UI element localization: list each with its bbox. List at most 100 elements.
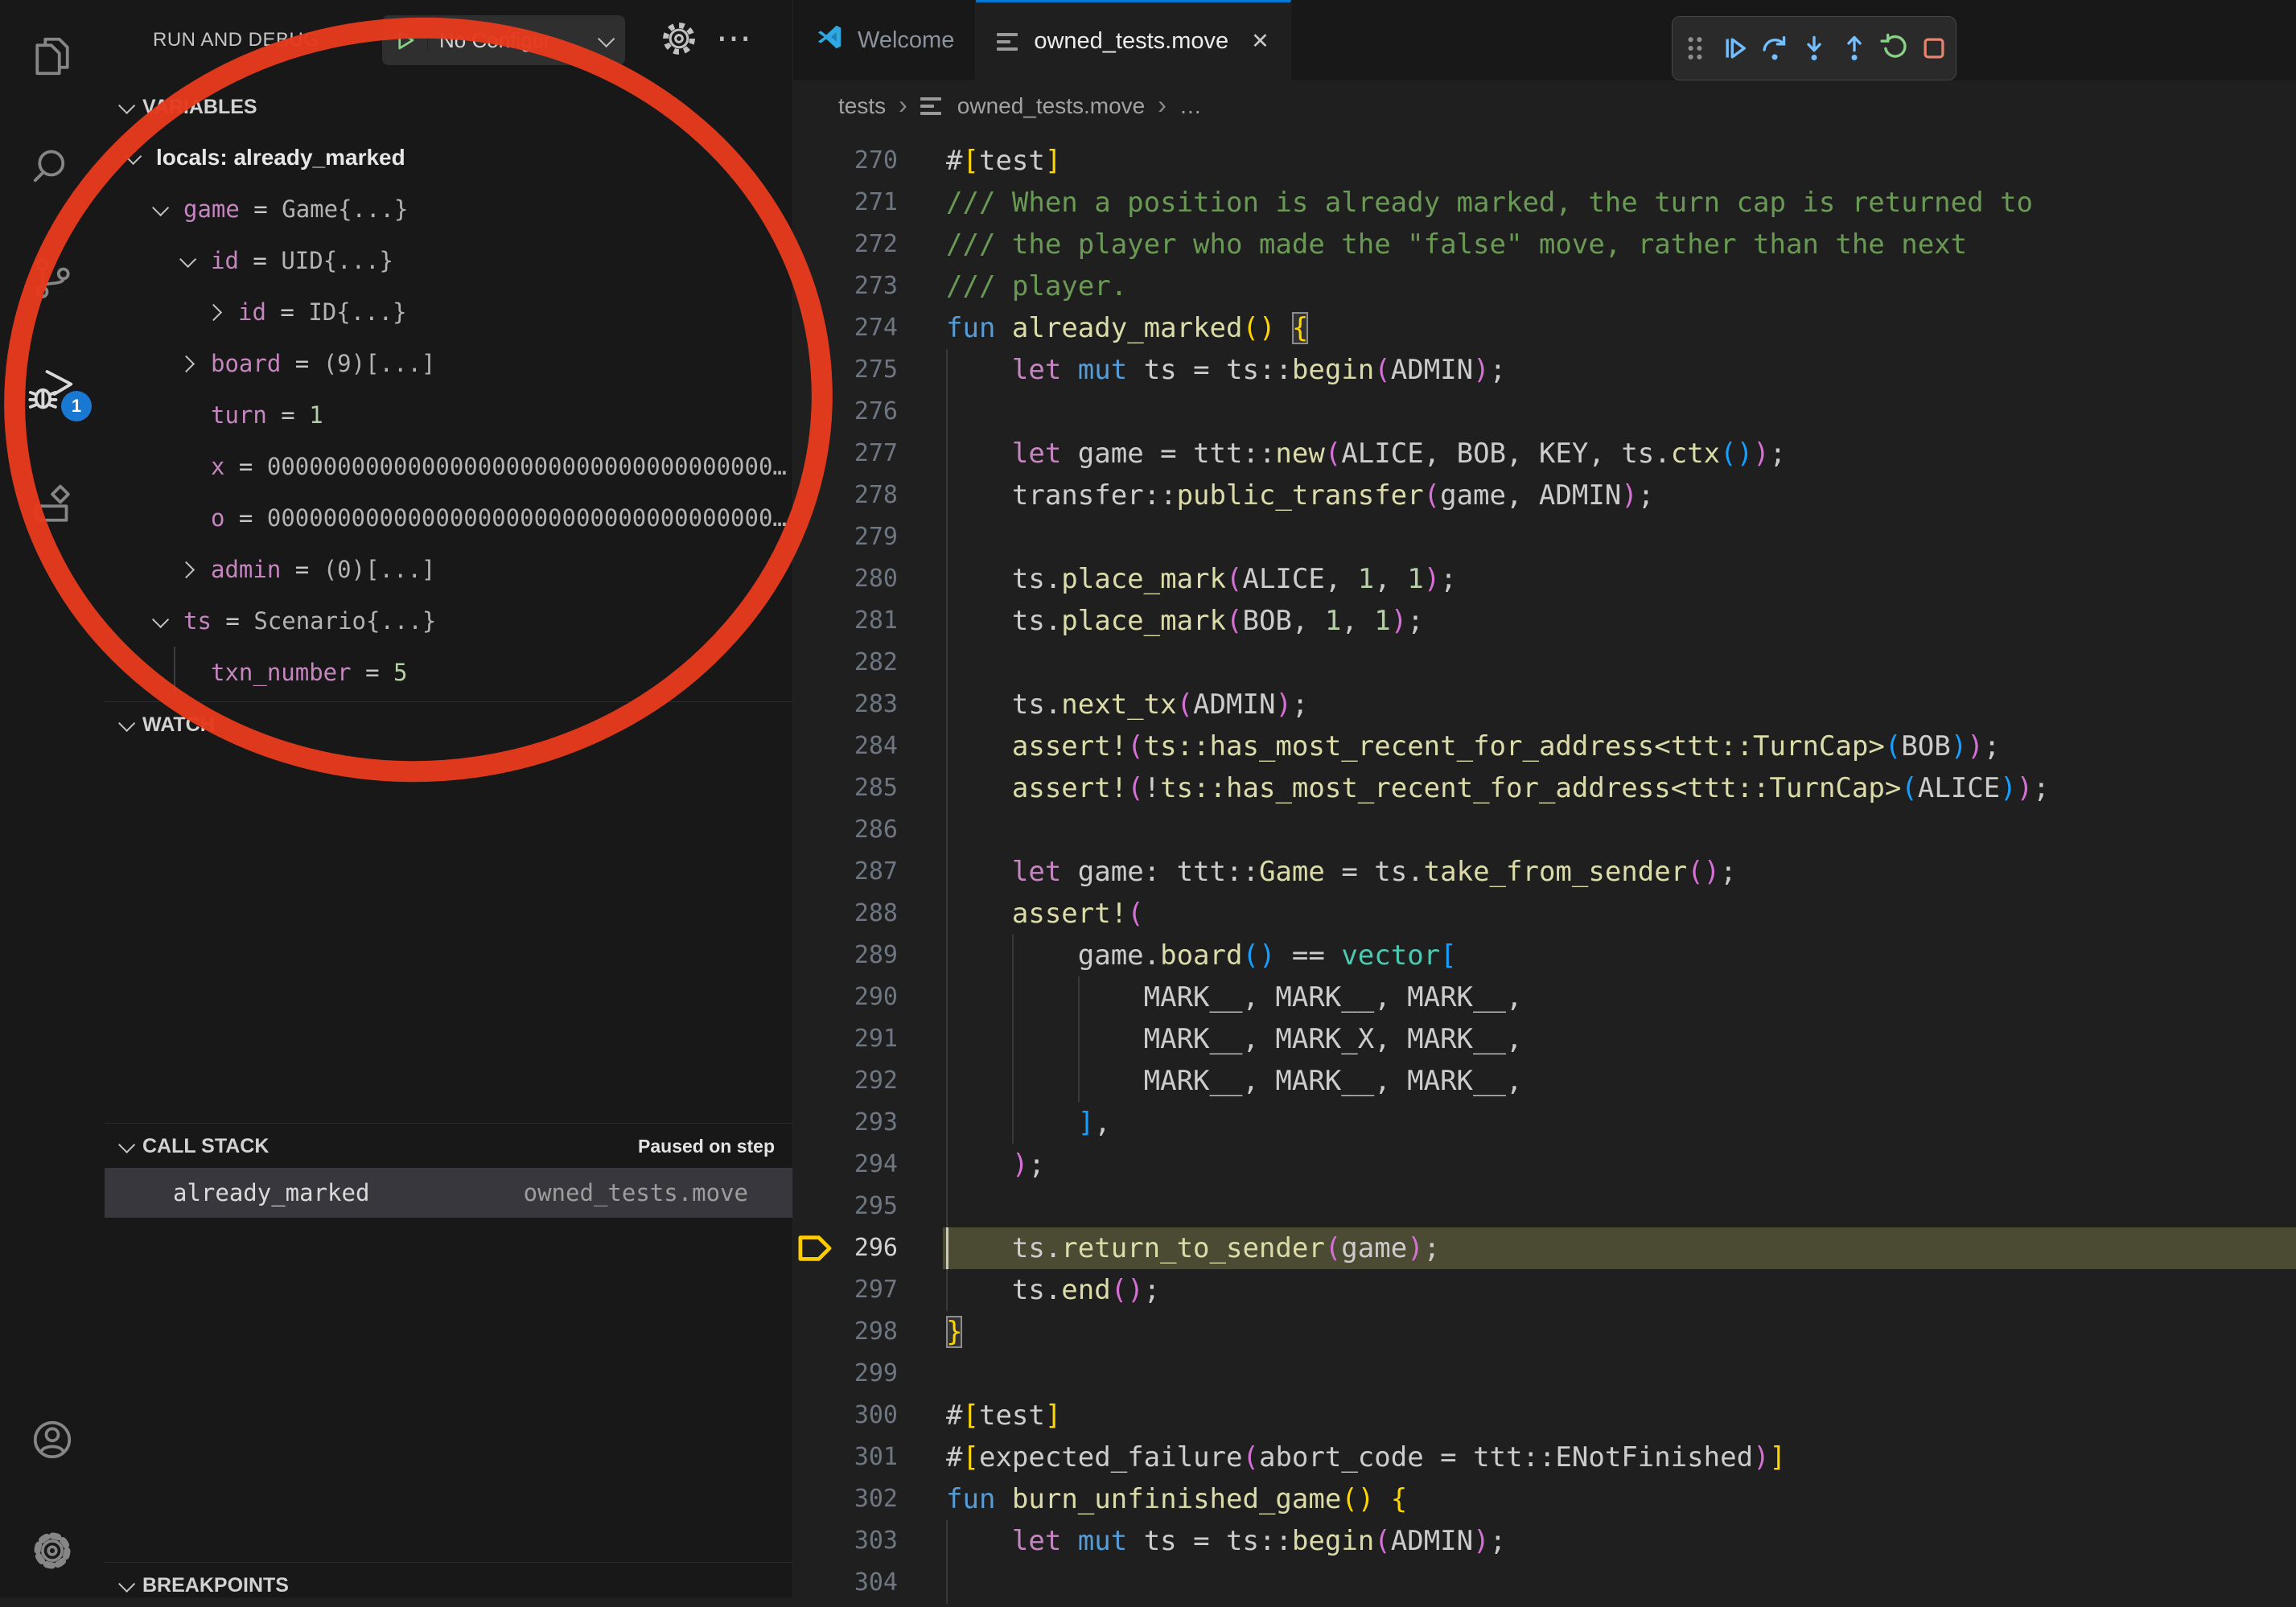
- call-stack-frame[interactable]: already_marked owned_tests.move: [105, 1168, 792, 1218]
- code-line[interactable]: 300#[test]: [793, 1395, 2296, 1436]
- code-line[interactable]: 281 ts.place_mark(BOB, 1, 1);: [793, 600, 2296, 642]
- start-debug-icon[interactable]: [382, 28, 428, 52]
- gutter[interactable]: 304: [793, 1562, 946, 1604]
- code-line[interactable]: 301#[expected_failure(abort_code = ttt::…: [793, 1436, 2296, 1478]
- gutter[interactable]: 285: [793, 767, 946, 809]
- gutter[interactable]: 291: [793, 1018, 946, 1060]
- gutter[interactable]: 296: [793, 1227, 946, 1269]
- gutter[interactable]: 280: [793, 558, 946, 600]
- code-line[interactable]: 290 MARK__, MARK__, MARK__,: [793, 976, 2296, 1018]
- run-debug-icon[interactable]: 1: [0, 351, 105, 428]
- gutter[interactable]: 288: [793, 893, 946, 935]
- code-line[interactable]: 291 MARK__, MARK_X, MARK__,: [793, 1018, 2296, 1060]
- breadcrumb-folder[interactable]: tests: [838, 93, 886, 119]
- gutter[interactable]: 301: [793, 1436, 946, 1478]
- variable-row[interactable]: x = 000000000000000000000000000000000000…: [105, 441, 792, 492]
- gutter[interactable]: 283: [793, 684, 946, 725]
- source-control-icon[interactable]: [0, 240, 105, 317]
- settings-gear-icon[interactable]: [0, 1512, 105, 1589]
- debug-settings-gear-icon[interactable]: [658, 18, 700, 64]
- gutter[interactable]: 287: [793, 851, 946, 893]
- code-line[interactable]: 276: [793, 391, 2296, 433]
- variable-row[interactable]: id = ID{...}: [105, 286, 792, 338]
- stop-icon[interactable]: [1916, 23, 1952, 73]
- gutter[interactable]: 272: [793, 224, 946, 265]
- gutter[interactable]: 281: [793, 600, 946, 642]
- gutter[interactable]: 277: [793, 433, 946, 475]
- gutter[interactable]: 298: [793, 1311, 946, 1353]
- variable-row[interactable]: txn_number = 5: [105, 647, 792, 698]
- variable-row[interactable]: ts = Scenario{...}: [105, 595, 792, 647]
- step-out-icon[interactable]: [1837, 23, 1872, 73]
- code-line[interactable]: 270#[test]: [793, 140, 2296, 182]
- gutter[interactable]: 289: [793, 935, 946, 976]
- gutter[interactable]: 299: [793, 1353, 946, 1395]
- code-line[interactable]: 302fun burn_unfinished_game() {: [793, 1478, 2296, 1520]
- code-line[interactable]: 299: [793, 1353, 2296, 1395]
- variables-section-header[interactable]: VARIABLES: [105, 85, 792, 129]
- restart-icon[interactable]: [1876, 23, 1911, 73]
- variable-row[interactable]: turn = 1: [105, 389, 792, 441]
- variable-row[interactable]: o = 000000000000000000000000000000000000…: [105, 492, 792, 544]
- code-line[interactable]: 298}: [793, 1311, 2296, 1353]
- explorer-icon[interactable]: [0, 18, 105, 95]
- gutter[interactable]: 274: [793, 307, 946, 349]
- variable-row[interactable]: id = UID{...}: [105, 235, 792, 286]
- code-line[interactable]: 287 let game: ttt::Game = ts.take_from_s…: [793, 851, 2296, 893]
- tab-welcome[interactable]: Welcome: [793, 0, 976, 80]
- code-line[interactable]: 275 let mut ts = ts::begin(ADMIN);: [793, 349, 2296, 391]
- code-line[interactable]: 280 ts.place_mark(ALICE, 1, 1);: [793, 558, 2296, 600]
- gutter[interactable]: 292: [793, 1060, 946, 1102]
- gutter[interactable]: 303: [793, 1520, 946, 1562]
- variable-row[interactable]: game = Game{...}: [105, 183, 792, 235]
- code-line[interactable]: 282: [793, 642, 2296, 684]
- code-line[interactable]: 284 assert!(ts::has_most_recent_for_addr…: [793, 725, 2296, 767]
- variable-row[interactable]: board = (9)[...]: [105, 338, 792, 389]
- step-into-icon[interactable]: [1796, 23, 1832, 73]
- code-line[interactable]: 303 let mut ts = ts::begin(ADMIN);: [793, 1520, 2296, 1562]
- code-line[interactable]: 283 ts.next_tx(ADMIN);: [793, 684, 2296, 725]
- code-line[interactable]: 294 );: [793, 1144, 2296, 1186]
- gutter[interactable]: 273: [793, 265, 946, 307]
- gutter[interactable]: 293: [793, 1102, 946, 1144]
- close-icon[interactable]: ✕: [1251, 29, 1269, 54]
- code-line[interactable]: 273/// player.: [793, 265, 2296, 307]
- gutter[interactable]: 302: [793, 1478, 946, 1520]
- code-line[interactable]: 285 assert!(!ts::has_most_recent_for_add…: [793, 767, 2296, 809]
- tab-owned-tests-move[interactable]: owned_tests.move ✕: [976, 0, 1290, 80]
- call-stack-section-header[interactable]: CALL STACK Paused on step: [105, 1124, 792, 1168]
- gutter[interactable]: 286: [793, 809, 946, 851]
- more-actions-icon[interactable]: ⋯: [716, 0, 751, 77]
- code-line[interactable]: 293 ],: [793, 1102, 2296, 1144]
- breakpoints-section-header[interactable]: BREAKPOINTS: [105, 1564, 792, 1607]
- gutter[interactable]: 282: [793, 642, 946, 684]
- gutter[interactable]: 275: [793, 349, 946, 391]
- code-line[interactable]: 286: [793, 809, 2296, 851]
- code-line[interactable]: 272/// the player who made the "false" m…: [793, 224, 2296, 265]
- step-over-icon[interactable]: [1757, 23, 1792, 73]
- breadcrumb-file[interactable]: owned_tests.move: [957, 93, 1145, 119]
- gutter[interactable]: 297: [793, 1269, 946, 1311]
- code-line[interactable]: 295: [793, 1186, 2296, 1227]
- extensions-icon[interactable]: [0, 466, 105, 544]
- code-line[interactable]: 278 transfer::public_transfer(game, ADMI…: [793, 475, 2296, 516]
- gutter[interactable]: 300: [793, 1395, 946, 1436]
- gutter[interactable]: 270: [793, 140, 946, 182]
- gutter[interactable]: 276: [793, 391, 946, 433]
- account-icon[interactable]: [0, 1401, 105, 1478]
- continue-icon[interactable]: [1717, 23, 1752, 73]
- code-line[interactable]: 274fun already_marked() {: [793, 307, 2296, 349]
- gutter[interactable]: 294: [793, 1144, 946, 1186]
- code-line[interactable]: 297 ts.end();: [793, 1269, 2296, 1311]
- code-line[interactable]: 271/// When a position is already marked…: [793, 182, 2296, 224]
- code-line[interactable]: 288 assert!(: [793, 893, 2296, 935]
- variable-row[interactable]: admin = (0)[...]: [105, 544, 792, 595]
- search-icon[interactable]: [0, 129, 105, 206]
- code-line[interactable]: 279: [793, 516, 2296, 558]
- code-line[interactable]: 277 let game = ttt::new(ALICE, BOB, KEY,…: [793, 433, 2296, 475]
- drag-grip-icon[interactable]: [1677, 23, 1713, 73]
- code-line[interactable]: 292 MARK__, MARK__, MARK__,: [793, 1060, 2296, 1102]
- gutter[interactable]: 279: [793, 516, 946, 558]
- watch-section-header[interactable]: WATCH: [105, 703, 792, 746]
- code-line[interactable]: 289 game.board() == vector[: [793, 935, 2296, 976]
